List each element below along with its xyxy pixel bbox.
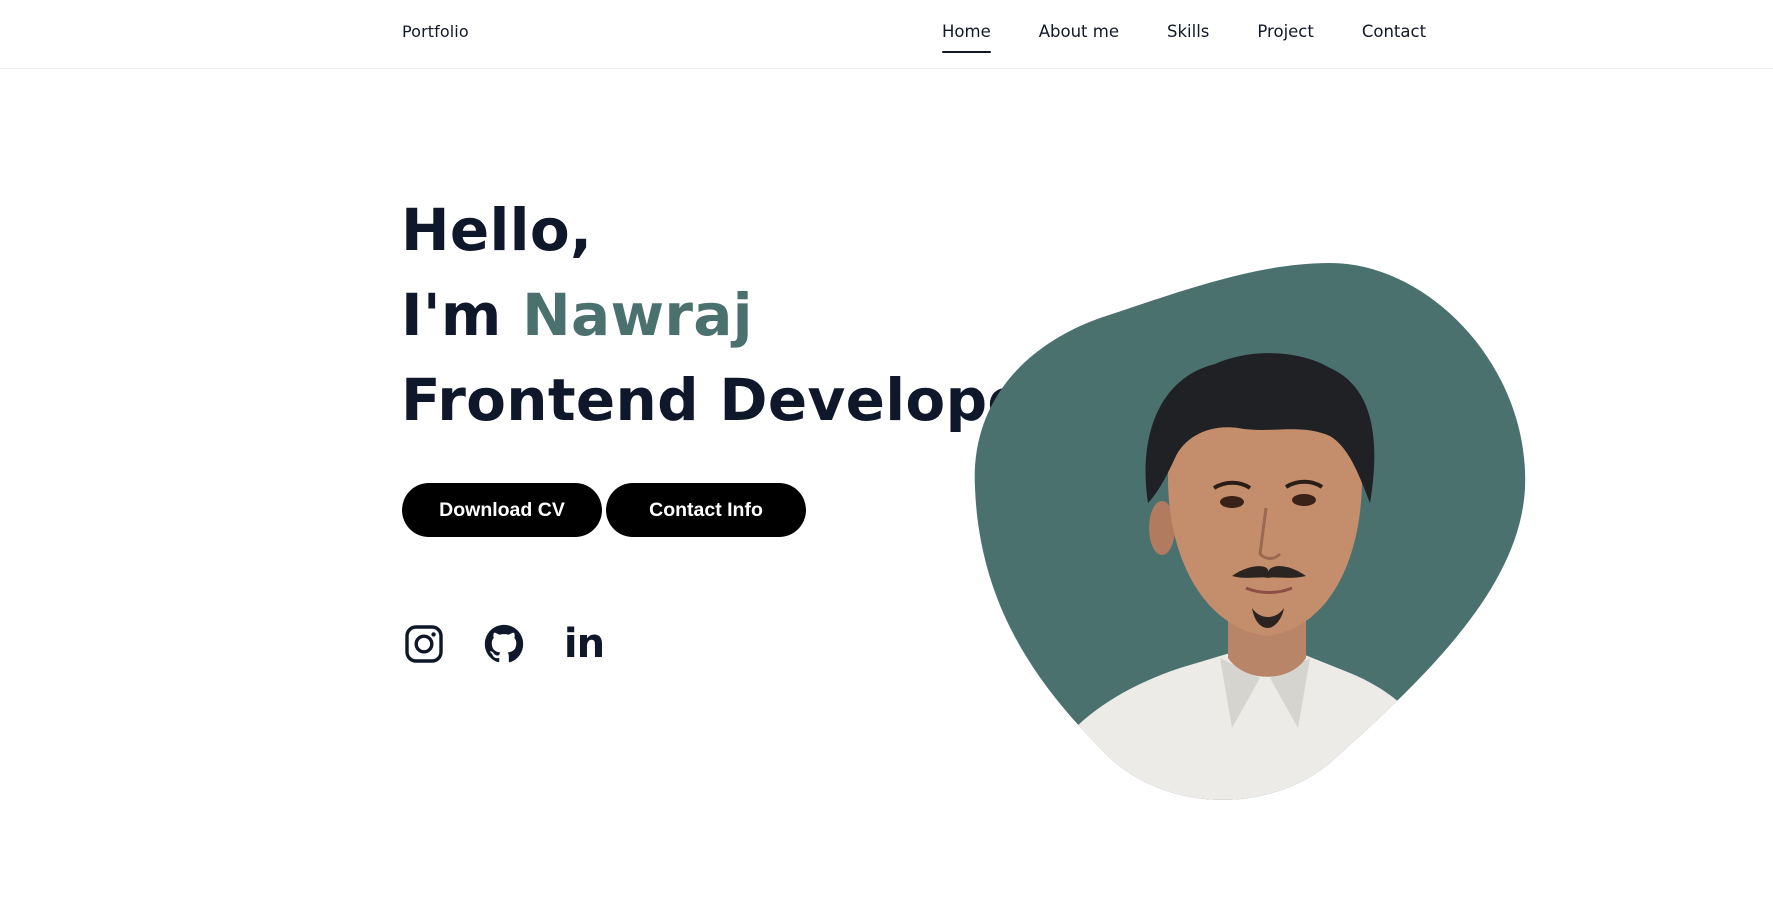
nav-links: Home About me Skills Project Contact <box>942 22 1426 53</box>
github-icon[interactable] <box>484 622 524 666</box>
hero-intro: I'm Nawraj <box>401 273 1056 358</box>
hero-role: Frontend Developer <box>401 366 1056 434</box>
hero-intro-prefix: I'm <box>401 281 523 349</box>
linkedin-icon[interactable]: in <box>563 621 605 667</box>
hero-name: Nawraj <box>522 281 753 349</box>
instagram-icon[interactable] <box>404 622 444 666</box>
nav-link-contact[interactable]: Contact <box>1362 22 1426 51</box>
social-links: in <box>404 621 605 667</box>
linkedin-glyph: in <box>563 621 605 667</box>
navbar: Portfolio Home About me Skills Project C… <box>0 0 1773 69</box>
nav-link-about[interactable]: About me <box>1039 22 1119 51</box>
hero-buttons: Download CV Contact Info <box>402 483 806 537</box>
profile-photo <box>970 258 1530 803</box>
contact-info-button[interactable]: Contact Info <box>606 483 806 537</box>
hero-text: Hello, I'm Nawraj Frontend Developer <box>401 188 1056 443</box>
nav-link-home[interactable]: Home <box>942 22 991 53</box>
nav-link-project[interactable]: Project <box>1257 22 1313 51</box>
nav-link-skills[interactable]: Skills <box>1167 22 1209 51</box>
hero-greeting: Hello, <box>401 196 593 264</box>
brand-logo[interactable]: Portfolio <box>402 22 469 41</box>
download-cv-button[interactable]: Download CV <box>402 483 602 537</box>
